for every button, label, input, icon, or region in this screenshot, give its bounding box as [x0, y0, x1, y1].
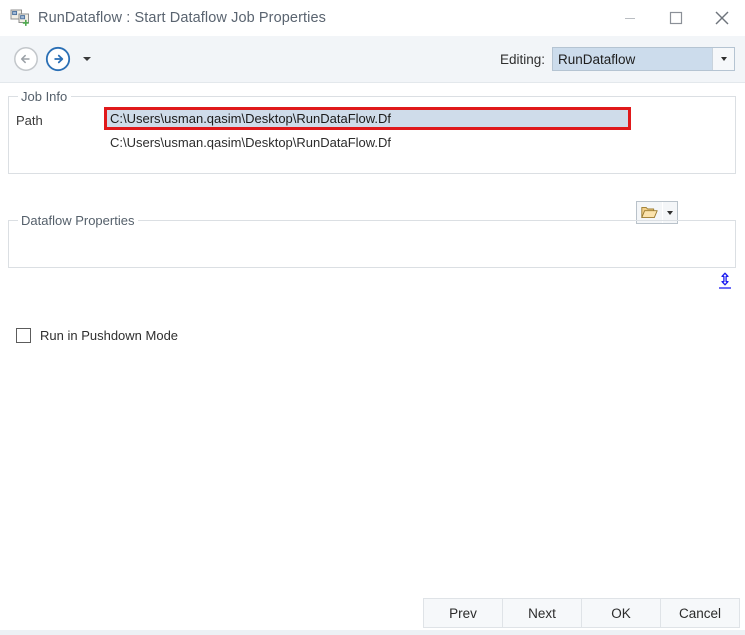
back-button[interactable]: [12, 46, 39, 73]
close-button[interactable]: [699, 0, 745, 36]
editing-label: Editing:: [499, 51, 545, 67]
vertical-resize-handle[interactable]: [717, 272, 733, 290]
ok-button[interactable]: OK: [581, 598, 661, 628]
back-arrow-icon: [13, 47, 38, 71]
pushdown-mode-checkbox[interactable]: [16, 328, 31, 343]
job-info-legend: Job Info: [21, 89, 68, 104]
navigation-buttons: [12, 46, 94, 73]
editing-combobox-arrow[interactable]: [712, 48, 734, 70]
title-bar: RunDataflow : Start Dataflow Job Propert…: [0, 0, 745, 36]
dataflow-properties-group: Dataflow Properties: [8, 213, 736, 268]
pushdown-mode-row[interactable]: Run in Pushdown Mode: [16, 328, 178, 343]
navigation-bar: Editing: RunDataflow: [0, 36, 745, 83]
dialog-footer: Prev Next OK Cancel: [0, 598, 745, 628]
path-input-value: C:\Users\usman.qasim\Desktop\RunDataFlow…: [110, 111, 392, 126]
forward-button[interactable]: [44, 46, 71, 73]
pushdown-mode-label: Run in Pushdown Mode: [40, 328, 179, 343]
dataflow-job-icon: [10, 8, 30, 28]
prev-button[interactable]: Prev: [423, 598, 503, 628]
window-controls: [607, 0, 745, 36]
editing-combobox[interactable]: RunDataflow: [552, 47, 735, 71]
path-autocomplete-suggestion[interactable]: C:\Users\usman.qasim\Desktop\RunDataFlow…: [110, 135, 391, 150]
maximize-icon: [669, 11, 683, 25]
close-icon: [715, 11, 729, 25]
minimize-icon: [625, 18, 635, 19]
editing-combobox-value: RunDataflow: [558, 51, 636, 67]
minimize-button[interactable]: [607, 0, 653, 36]
path-input[interactable]: C:\Users\usman.qasim\Desktop\RunDataFlow…: [104, 107, 631, 130]
editing-selector: Editing: RunDataflow: [500, 47, 735, 71]
job-info-group: Job Info: [8, 89, 736, 174]
window-title: RunDataflow : Start Dataflow Job Propert…: [38, 10, 326, 26]
vertical-resize-icon: [719, 272, 731, 289]
history-dropdown-button[interactable]: [80, 50, 94, 68]
path-label: Path: [16, 113, 43, 128]
next-button[interactable]: Next: [502, 598, 582, 628]
dialog-window: RunDataflow : Start Dataflow Job Propert…: [0, 0, 745, 635]
forward-arrow-icon: [45, 46, 70, 72]
cancel-button[interactable]: Cancel: [660, 598, 740, 628]
chevron-down-icon: [83, 57, 91, 61]
maximize-button[interactable]: [653, 0, 699, 36]
dialog-content: Job Info Path C:\Users\usman.qasim\Deskt…: [0, 83, 745, 635]
title-bar-left: RunDataflow : Start Dataflow Job Propert…: [0, 8, 326, 28]
chevron-down-icon: [720, 57, 727, 61]
bottom-strip: [0, 630, 745, 635]
dataflow-properties-legend: Dataflow Properties: [21, 213, 135, 228]
